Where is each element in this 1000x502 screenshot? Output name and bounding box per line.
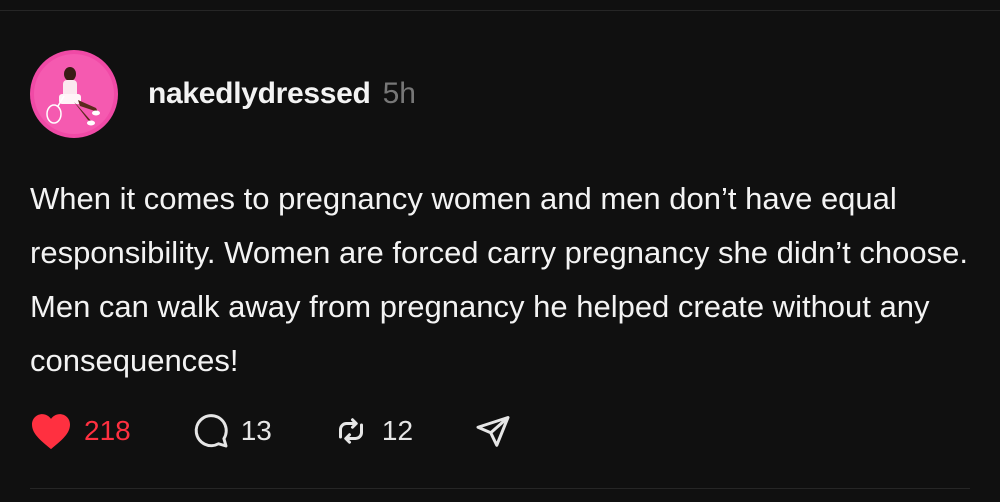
like-count: 218: [84, 415, 131, 446]
repost-count: 12: [381, 415, 414, 446]
heart-icon: [30, 412, 72, 450]
avatar-image: [30, 50, 118, 138]
repost-button[interactable]: 12: [332, 413, 413, 449]
reply-button[interactable]: 13: [193, 413, 272, 449]
share-button[interactable]: [475, 413, 511, 449]
reply-count: 13: [240, 415, 272, 446]
username[interactable]: nakedlydressed: [148, 77, 371, 111]
post-header: nakedlydressed 5h: [30, 50, 416, 138]
avatar[interactable]: [30, 50, 118, 138]
like-button[interactable]: 218: [30, 412, 131, 450]
action-bar: 218 13 12: [30, 408, 511, 454]
top-divider: [0, 10, 1000, 11]
post-text: When it comes to pregnancy women and men…: [30, 181, 968, 378]
timestamp: 5h: [382, 77, 416, 110]
speech-bubble-icon: [193, 413, 229, 449]
paper-plane-icon: [475, 413, 511, 449]
repost-arrows-icon: [332, 413, 370, 449]
bottom-divider: [30, 488, 970, 489]
